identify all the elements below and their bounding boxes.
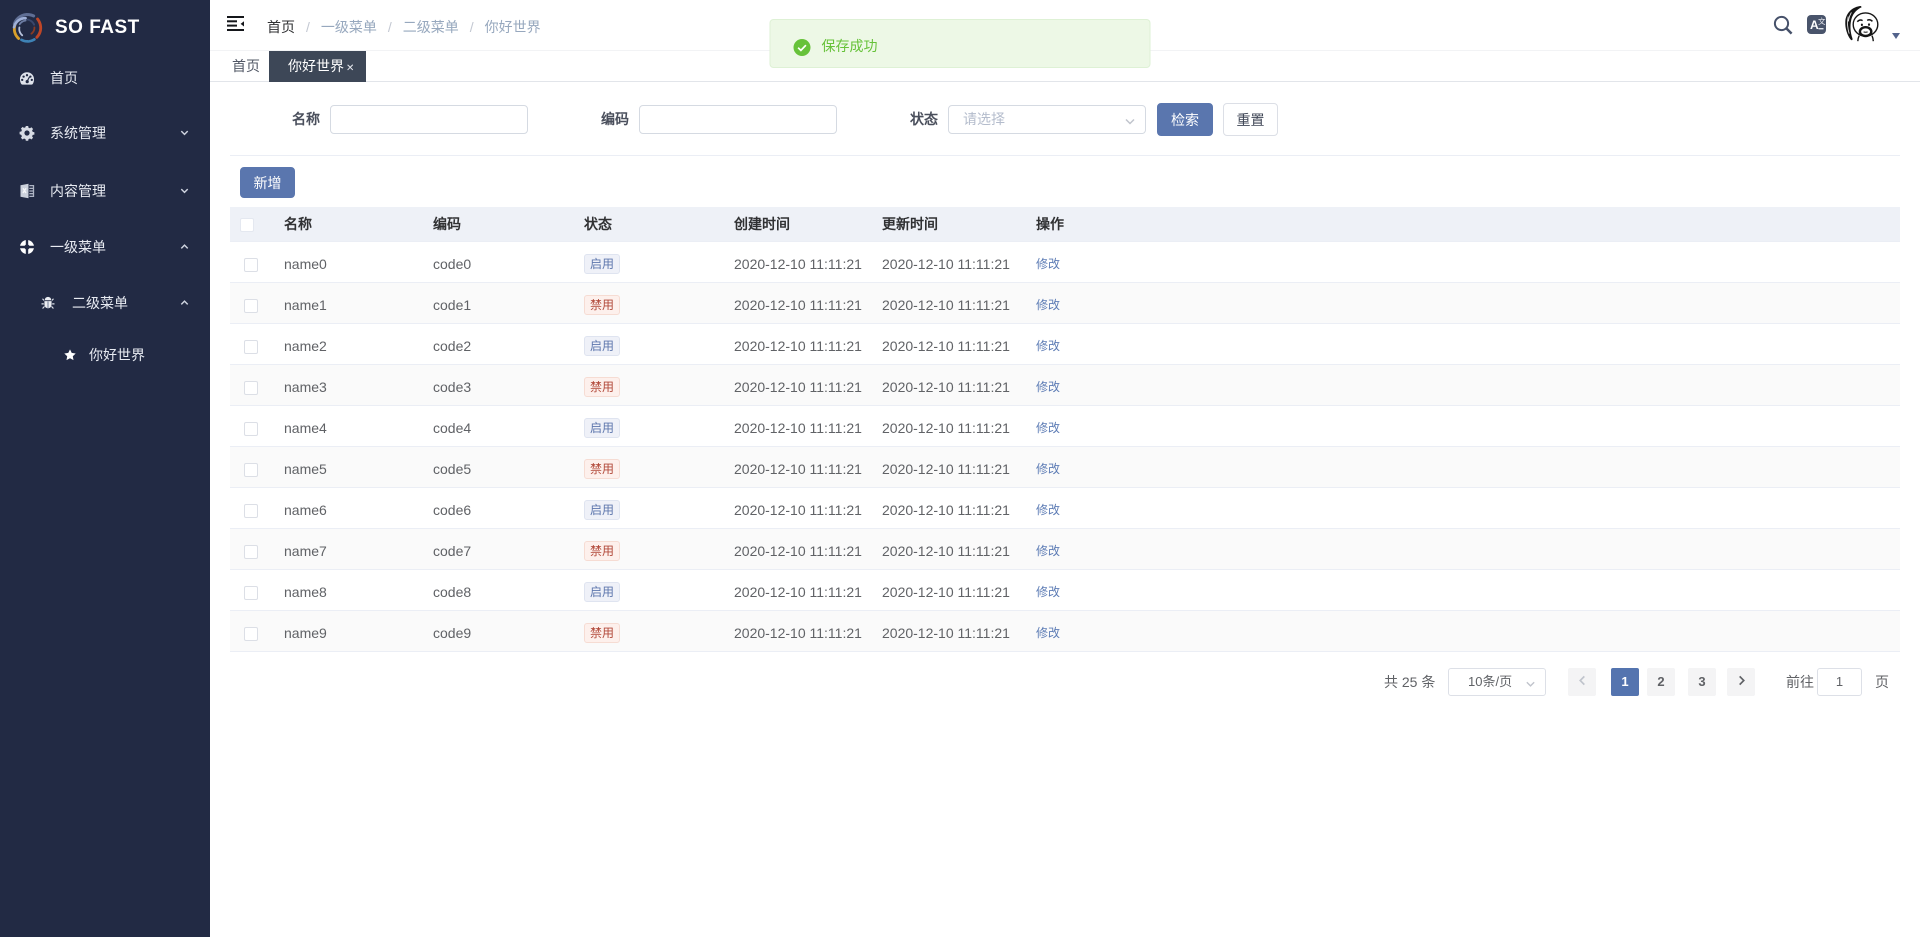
svg-text:文: 文	[1818, 16, 1826, 26]
